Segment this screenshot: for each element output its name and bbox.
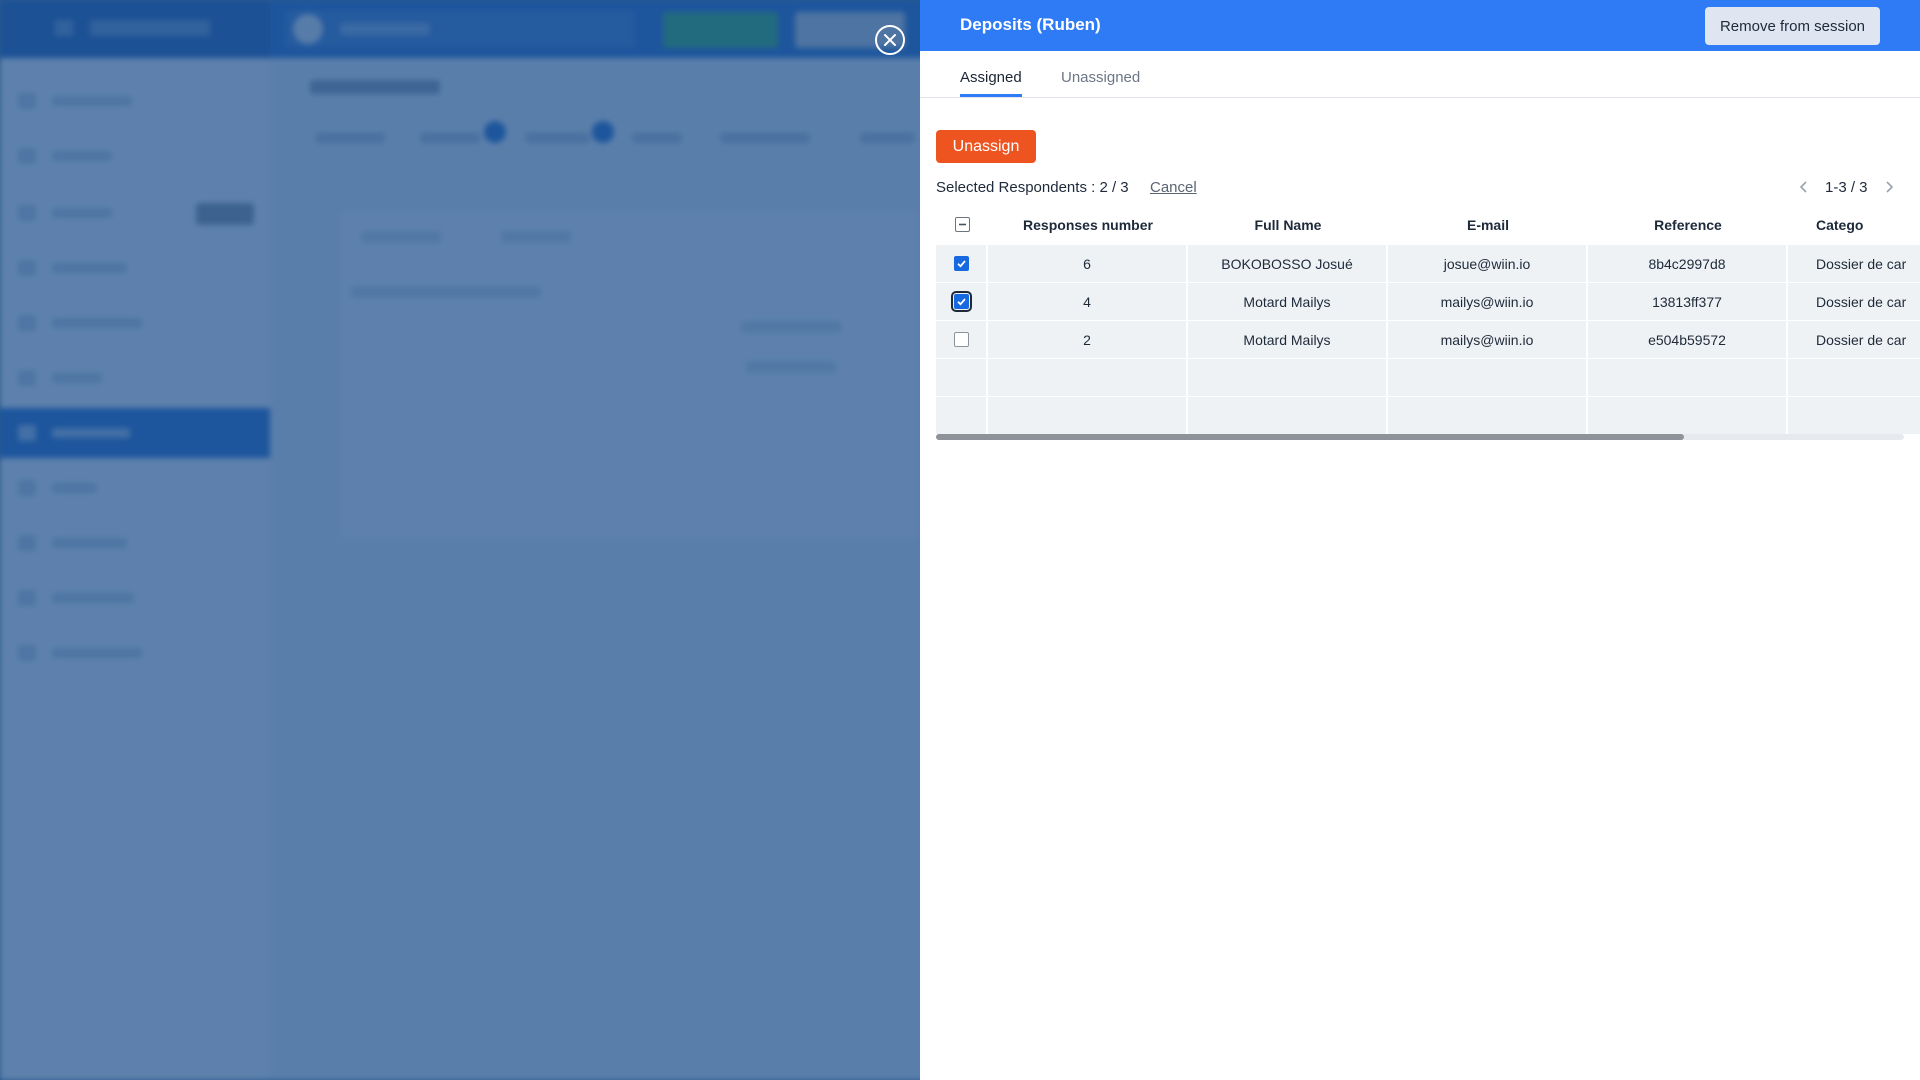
select-all-cell xyxy=(936,206,988,243)
checkmark-icon xyxy=(956,260,966,268)
tab-unassigned[interactable]: Unassigned xyxy=(1061,69,1140,86)
responses-cell: 4 xyxy=(988,283,1188,320)
email-cell: mailys@wiin.io xyxy=(1388,321,1588,358)
close-drawer-button[interactable] xyxy=(875,25,905,55)
remove-from-session-button[interactable]: Remove from session xyxy=(1705,7,1880,45)
full-name-cell: BOKOBOSSO Josué xyxy=(1188,245,1388,282)
close-icon xyxy=(884,34,896,46)
cancel-selection-link[interactable]: Cancel xyxy=(1150,179,1197,196)
selected-respondents-count: Selected Respondents : 2 / 3 xyxy=(936,179,1129,196)
reference-cell: e504b59572 xyxy=(1588,321,1788,358)
row-select-cell xyxy=(936,321,988,358)
deposits-drawer: Deposits (Ruben) Remove from session Ass… xyxy=(920,0,1920,1080)
column-header-reference[interactable]: Reference xyxy=(1588,206,1788,243)
reference-cell: 8b4c2997d8 xyxy=(1588,245,1788,282)
email-cell: mailys@wiin.io xyxy=(1388,283,1588,320)
indeterminate-icon xyxy=(958,223,966,226)
column-header-responses[interactable]: Responses number xyxy=(988,206,1188,243)
responses-cell: 2 xyxy=(988,321,1188,358)
column-header-email[interactable]: E-mail xyxy=(1388,206,1588,243)
full-name-cell: Motard Mailys xyxy=(1188,283,1388,320)
active-tab-indicator xyxy=(960,94,1022,97)
drawer-header: Deposits (Ruben) Remove from session xyxy=(920,0,1920,51)
column-header-full-name[interactable]: Full Name xyxy=(1188,206,1388,243)
select-all-checkbox[interactable] xyxy=(954,217,970,232)
previous-page-button[interactable] xyxy=(1795,177,1813,197)
drawer-title: Deposits (Ruben) xyxy=(960,15,1101,34)
respondents-table: Responses number Full Name E-mail Refere… xyxy=(936,206,1920,440)
next-page-button[interactable] xyxy=(1880,177,1898,197)
category-cell: Dossier de car xyxy=(1788,283,1920,320)
reference-cell: 13813ff377 xyxy=(1588,283,1788,320)
modal-backdrop[interactable] xyxy=(0,0,920,1080)
row-checkbox[interactable] xyxy=(950,291,972,312)
chevron-left-icon xyxy=(1799,181,1807,193)
checkmark-icon xyxy=(956,298,966,306)
category-cell: Dossier de car xyxy=(1788,321,1920,358)
chevron-right-icon xyxy=(1886,181,1894,193)
column-header-category[interactable]: Catego xyxy=(1788,206,1920,243)
horizontal-scrollbar[interactable] xyxy=(936,434,1904,440)
unassign-button[interactable]: Unassign xyxy=(936,130,1036,163)
full-name-cell: Motard Mailys xyxy=(1188,321,1388,358)
tab-assigned[interactable]: Assigned xyxy=(960,69,1022,86)
horizontal-scrollbar-thumb[interactable] xyxy=(936,434,1684,440)
email-cell: josue@wiin.io xyxy=(1388,245,1588,282)
category-cell: Dossier de car xyxy=(1788,245,1920,282)
row-select-cell xyxy=(936,245,988,282)
responses-cell: 6 xyxy=(988,245,1188,282)
pagination-range: 1-3 / 3 xyxy=(1825,179,1868,196)
row-select-cell xyxy=(936,283,988,320)
tabs: Assigned Unassigned xyxy=(920,51,1920,98)
row-checkbox[interactable] xyxy=(953,256,969,271)
row-checkbox[interactable] xyxy=(953,332,969,347)
